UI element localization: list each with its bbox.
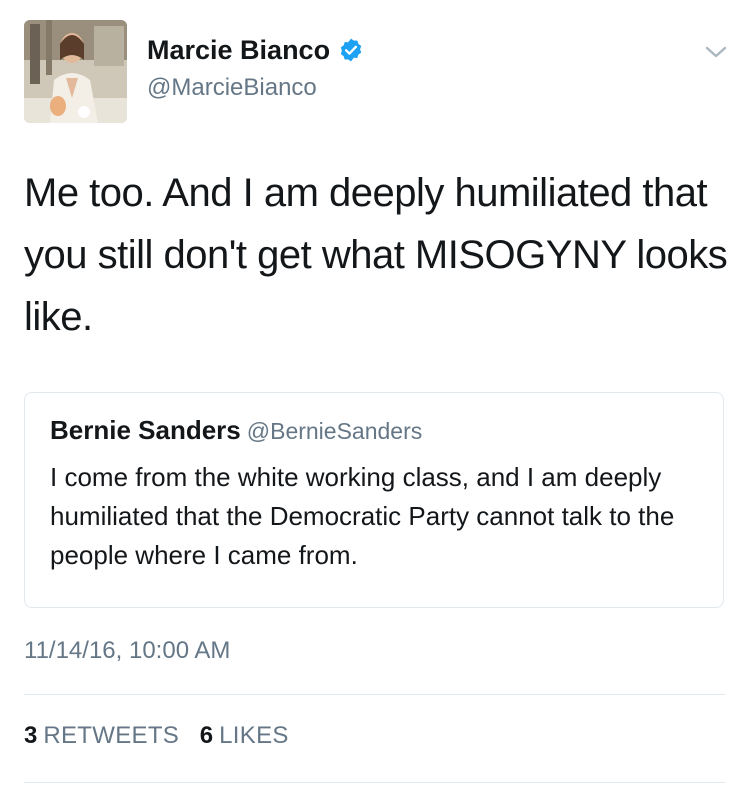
likes-stat[interactable]: 6 LIKES [200, 722, 289, 749]
quoted-tweet-header: Bernie Sanders @BernieSanders [50, 415, 422, 446]
tweet-stats: 3 RETWEETS 6 LIKES [24, 722, 303, 750]
tweet-text: Me too. And I am deeply humiliated that … [24, 171, 728, 339]
divider [24, 694, 725, 695]
tweet-timestamp[interactable]: 11/14/16, 10:00 AM [24, 637, 230, 665]
likes-count: 6 [199, 722, 214, 749]
tweet-detail: Marcie Bianco @MarcieBianco Me too. And … [0, 0, 750, 785]
chevron-down-icon[interactable] [704, 44, 728, 60]
quoted-author-name: Bernie Sanders [50, 415, 241, 445]
quoted-tweet-text: I come from the white working class, and… [50, 462, 675, 570]
avatar[interactable] [24, 20, 127, 123]
retweets-count: 3 [24, 722, 38, 749]
retweets-label: RETWEETS [43, 722, 180, 749]
avatar-photo [24, 20, 127, 123]
author-handle[interactable]: @MarcieBianco [147, 73, 317, 103]
quoted-author-handle: @BernieSanders [246, 418, 423, 444]
divider [24, 782, 725, 783]
verified-badge-icon [338, 37, 364, 63]
author-name-row: Marcie Bianco [147, 34, 364, 66]
author-name[interactable]: Marcie Bianco [147, 34, 330, 66]
retweets-stat[interactable]: 3 RETWEETS [24, 722, 179, 749]
likes-label: LIKES [219, 722, 289, 749]
quoted-tweet-card[interactable]: Bernie Sanders @BernieSanders I come from… [24, 392, 724, 608]
